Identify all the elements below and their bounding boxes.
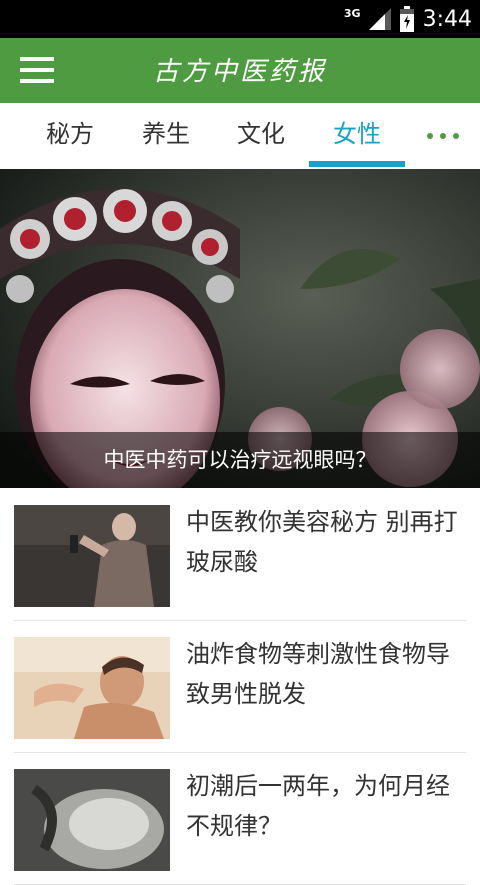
article-thumbnail — [14, 505, 170, 607]
thumbnail-image — [14, 637, 170, 739]
article-title: 初潮后一两年，为何月经不规律？ — [186, 772, 450, 840]
hamburger-menu-icon — [20, 57, 54, 83]
banner-caption: 中医中药可以治疗远视眼吗？ — [103, 448, 377, 472]
thumbnail-image — [14, 505, 170, 607]
category-tabs: 秘方 养生 文化 女性 — [0, 103, 480, 170]
tab-nvxing[interactable]: 女性 — [309, 103, 405, 169]
app-title: 古方中医药报 — [152, 57, 327, 87]
list-item[interactable]: 初潮后一两年，为何月经不规律？ — [14, 752, 466, 885]
article-title: 中医教你美容秘方 别再打玻尿酸 — [186, 508, 458, 576]
tab-mifang[interactable]: 秘方 — [22, 103, 118, 169]
menu-button[interactable] — [14, 52, 60, 88]
app-bar: 古方中医药报 — [0, 38, 480, 103]
status-icons: 3G 3:44 — [344, 0, 472, 38]
status-bar: 3G 3:44 — [0, 0, 480, 38]
list-item[interactable]: 中医教你美容秘方 别再打玻尿酸 — [14, 488, 466, 621]
active-tab-indicator — [309, 161, 405, 167]
more-dots-icon — [427, 133, 459, 139]
article-thumbnail — [14, 637, 170, 739]
tab-yangsheng[interactable]: 养生 — [118, 103, 214, 169]
thumbnail-image — [14, 769, 170, 871]
network-type-label: 3G — [343, 6, 361, 20]
list-item[interactable]: 油炸食物等刺激性食物导致男性脱发 — [14, 620, 466, 753]
article-title: 油炸食物等刺激性食物导致男性脱发 — [186, 640, 450, 708]
clock: 3:44 — [422, 6, 472, 32]
battery-icon — [399, 6, 414, 32]
tab-wenhua[interactable]: 文化 — [213, 103, 309, 169]
signal-icon — [368, 8, 391, 30]
more-tabs-button[interactable] — [410, 103, 476, 169]
article-thumbnail — [14, 769, 170, 871]
featured-banner[interactable]: 中医中药可以治疗远视眼吗？ — [0, 169, 480, 488]
